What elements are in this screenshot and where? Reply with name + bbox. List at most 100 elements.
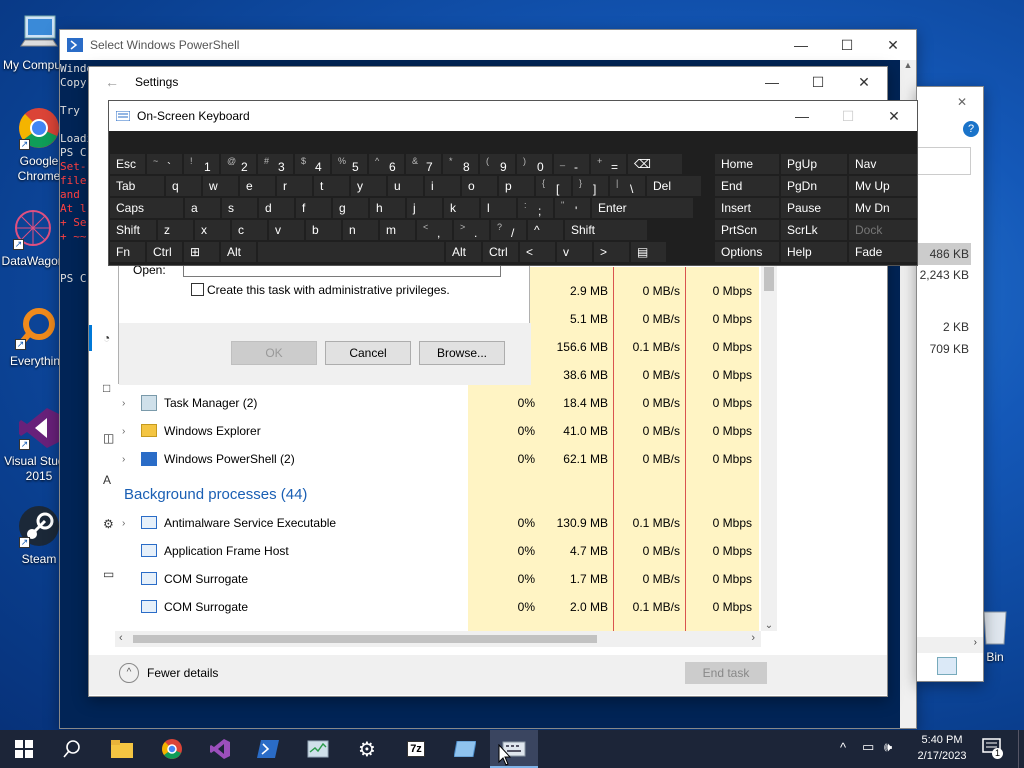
osk-key[interactable]: $4 (295, 154, 330, 174)
osk-key[interactable]: (9 (480, 154, 515, 174)
taskbar-app[interactable] (441, 730, 489, 768)
startup-icon[interactable]: □ (103, 381, 110, 395)
osk-key[interactable]: ) 0 (517, 154, 552, 174)
on-screen-keyboard[interactable]: On-Screen Keyboard — ☐ ✕ Esc ~ `! 1 @2 #3 $4% 5… (108, 100, 918, 266)
osk-key[interactable]: ^ 6 (369, 154, 404, 174)
scroll-left-icon[interactable]: ‹ (119, 632, 123, 644)
osk-key[interactable]: f (296, 198, 331, 218)
osk-key[interactable]: w (203, 176, 238, 196)
osk-key[interactable]: " ' (555, 198, 590, 218)
osk-key[interactable]: #3 (258, 154, 293, 174)
osk-key[interactable] (258, 242, 444, 262)
osk-key[interactable]: & 7 (406, 154, 441, 174)
expand-chevron-icon[interactable]: › (122, 518, 125, 529)
taskbar-task-manager[interactable] (294, 730, 342, 768)
table-row[interactable]: › Task Manager (2) 0% 18.4 MB 0 MB/s 0 M… (115, 389, 765, 417)
osk-key[interactable]: i (425, 176, 460, 196)
osk-key[interactable]: ⌫ (628, 154, 682, 174)
show-desktop-button[interactable] (1018, 730, 1024, 768)
osk-key[interactable]: | \ (610, 176, 645, 196)
taskbar-powershell[interactable] (244, 730, 292, 768)
create-task-dialog[interactable]: Open: Create this task with administrati… (118, 261, 531, 385)
details-view-icon[interactable] (937, 657, 957, 675)
table-row[interactable]: › Windows PowerShell (2) 0% 62.1 MB 0 MB… (115, 445, 765, 473)
scroll-right-icon[interactable]: › (974, 637, 977, 648)
osk-key-dock[interactable]: Dock (849, 220, 917, 240)
details-icon[interactable]: A (103, 473, 111, 487)
osk-key[interactable]: + = (591, 154, 626, 174)
minimize-button[interactable]: — (779, 101, 825, 131)
osk-key-mv-dn[interactable]: Mv Dn (849, 198, 917, 218)
osk-key[interactable]: ▤ (631, 242, 666, 262)
minimize-button[interactable]: — (778, 30, 824, 60)
osk-key[interactable]: Alt (446, 242, 481, 262)
osk-key[interactable]: a (185, 198, 220, 218)
osk-key[interactable]: n (343, 220, 378, 240)
services-icon[interactable]: ⚙ (103, 517, 114, 531)
powershell-titlebar[interactable]: Select Windows PowerShell — ☐ ✕ (60, 30, 916, 60)
taskbar-visual-studio[interactable] (196, 730, 244, 768)
maximize-button[interactable]: ☐ (825, 101, 871, 131)
horizontal-scrollbar[interactable]: ‹ › (115, 631, 761, 647)
osk-key[interactable]: v (557, 242, 592, 262)
osk-key[interactable]: ⊞ (184, 242, 219, 262)
osk-key[interactable]: x (195, 220, 230, 240)
osk-key[interactable]: Caps (110, 198, 183, 218)
osk-key[interactable]: Fn (110, 242, 145, 262)
osk-key[interactable]: _ - (554, 154, 589, 174)
admin-privileges-checkbox[interactable] (191, 283, 204, 296)
maximize-button[interactable]: ☐ (795, 67, 841, 97)
osk-key[interactable]: @2 (221, 154, 256, 174)
users-icon[interactable]: ◫ (103, 431, 114, 445)
explorer-window[interactable]: ✕ ? 486 KB 2,243 KB 2 KB 709 KB › (916, 86, 984, 682)
osk-key[interactable]: ~ ` (147, 154, 182, 174)
scrollbar-thumb[interactable] (764, 267, 774, 291)
osk-key[interactable]: m (380, 220, 415, 240)
settings-titlebar[interactable]: ← Settings — ☐ ✕ (89, 67, 887, 97)
vertical-scrollbar[interactable]: ⌄ (761, 263, 777, 631)
taskbar-settings[interactable]: ⚙ (343, 730, 391, 768)
osk-key[interactable]: ? / (491, 220, 526, 240)
expand-chevron-icon[interactable]: › (122, 398, 125, 409)
maximize-button[interactable]: ☐ (824, 30, 870, 60)
large-icons-view-icon[interactable] (961, 657, 979, 675)
osk-key-nav[interactable]: Nav (849, 154, 917, 174)
osk-key-mv-up[interactable]: Mv Up (849, 176, 917, 196)
osk-key[interactable]: <, (417, 220, 452, 240)
osk-key[interactable]: o (462, 176, 497, 196)
osk-key[interactable]: e (240, 176, 275, 196)
osk-key[interactable]: :; (518, 198, 553, 218)
osk-key-fade[interactable]: Fade (849, 242, 917, 262)
horizontal-scrollbar[interactable]: › (917, 637, 983, 653)
osk-key[interactable]: Alt (221, 242, 256, 262)
osk-key[interactable]: s (222, 198, 257, 218)
osk-key[interactable]: > (594, 242, 629, 262)
show-hidden-icons-chevron-icon[interactable]: ^ (840, 740, 846, 755)
osk-key[interactable]: u (388, 176, 423, 196)
osk-key[interactable]: q (166, 176, 201, 196)
osk-key[interactable]: c (232, 220, 267, 240)
taskbar-file-explorer[interactable] (98, 730, 146, 768)
history-icon[interactable]: ◔ (103, 331, 110, 345)
osk-titlebar[interactable]: On-Screen Keyboard — ☐ ✕ (109, 101, 917, 131)
osk-key[interactable]: < (520, 242, 555, 262)
osk-key[interactable]: }] (573, 176, 608, 196)
close-button[interactable]: ✕ (871, 101, 917, 131)
table-row[interactable]: COM Surrogate 0% 2.0 MB 0.1 MB/s 0 Mbps (115, 593, 765, 621)
minimize-button[interactable]: — (749, 67, 795, 97)
osk-key[interactable]: ! 1 (184, 154, 219, 174)
close-button[interactable]: ✕ (841, 67, 887, 97)
ok-button[interactable]: OK (231, 341, 317, 365)
osk-key[interactable]: v (269, 220, 304, 240)
scroll-down-icon[interactable]: ⌄ (761, 620, 777, 631)
osk-key-help[interactable]: Help (781, 242, 847, 262)
osk-key[interactable]: {[ (536, 176, 571, 196)
osk-key[interactable]: ^ (528, 220, 563, 240)
osk-key[interactable]: j (407, 198, 442, 218)
browse-button[interactable]: Browse... (419, 341, 505, 365)
back-arrow-icon[interactable]: ← (89, 74, 135, 90)
table-row[interactable]: COM Surrogate 0% 1.7 MB 0 MB/s 0 Mbps (115, 565, 765, 593)
scroll-up-icon[interactable]: ▲ (900, 60, 916, 70)
osk-key[interactable]: z (158, 220, 193, 240)
osk-key[interactable]: h (370, 198, 405, 218)
